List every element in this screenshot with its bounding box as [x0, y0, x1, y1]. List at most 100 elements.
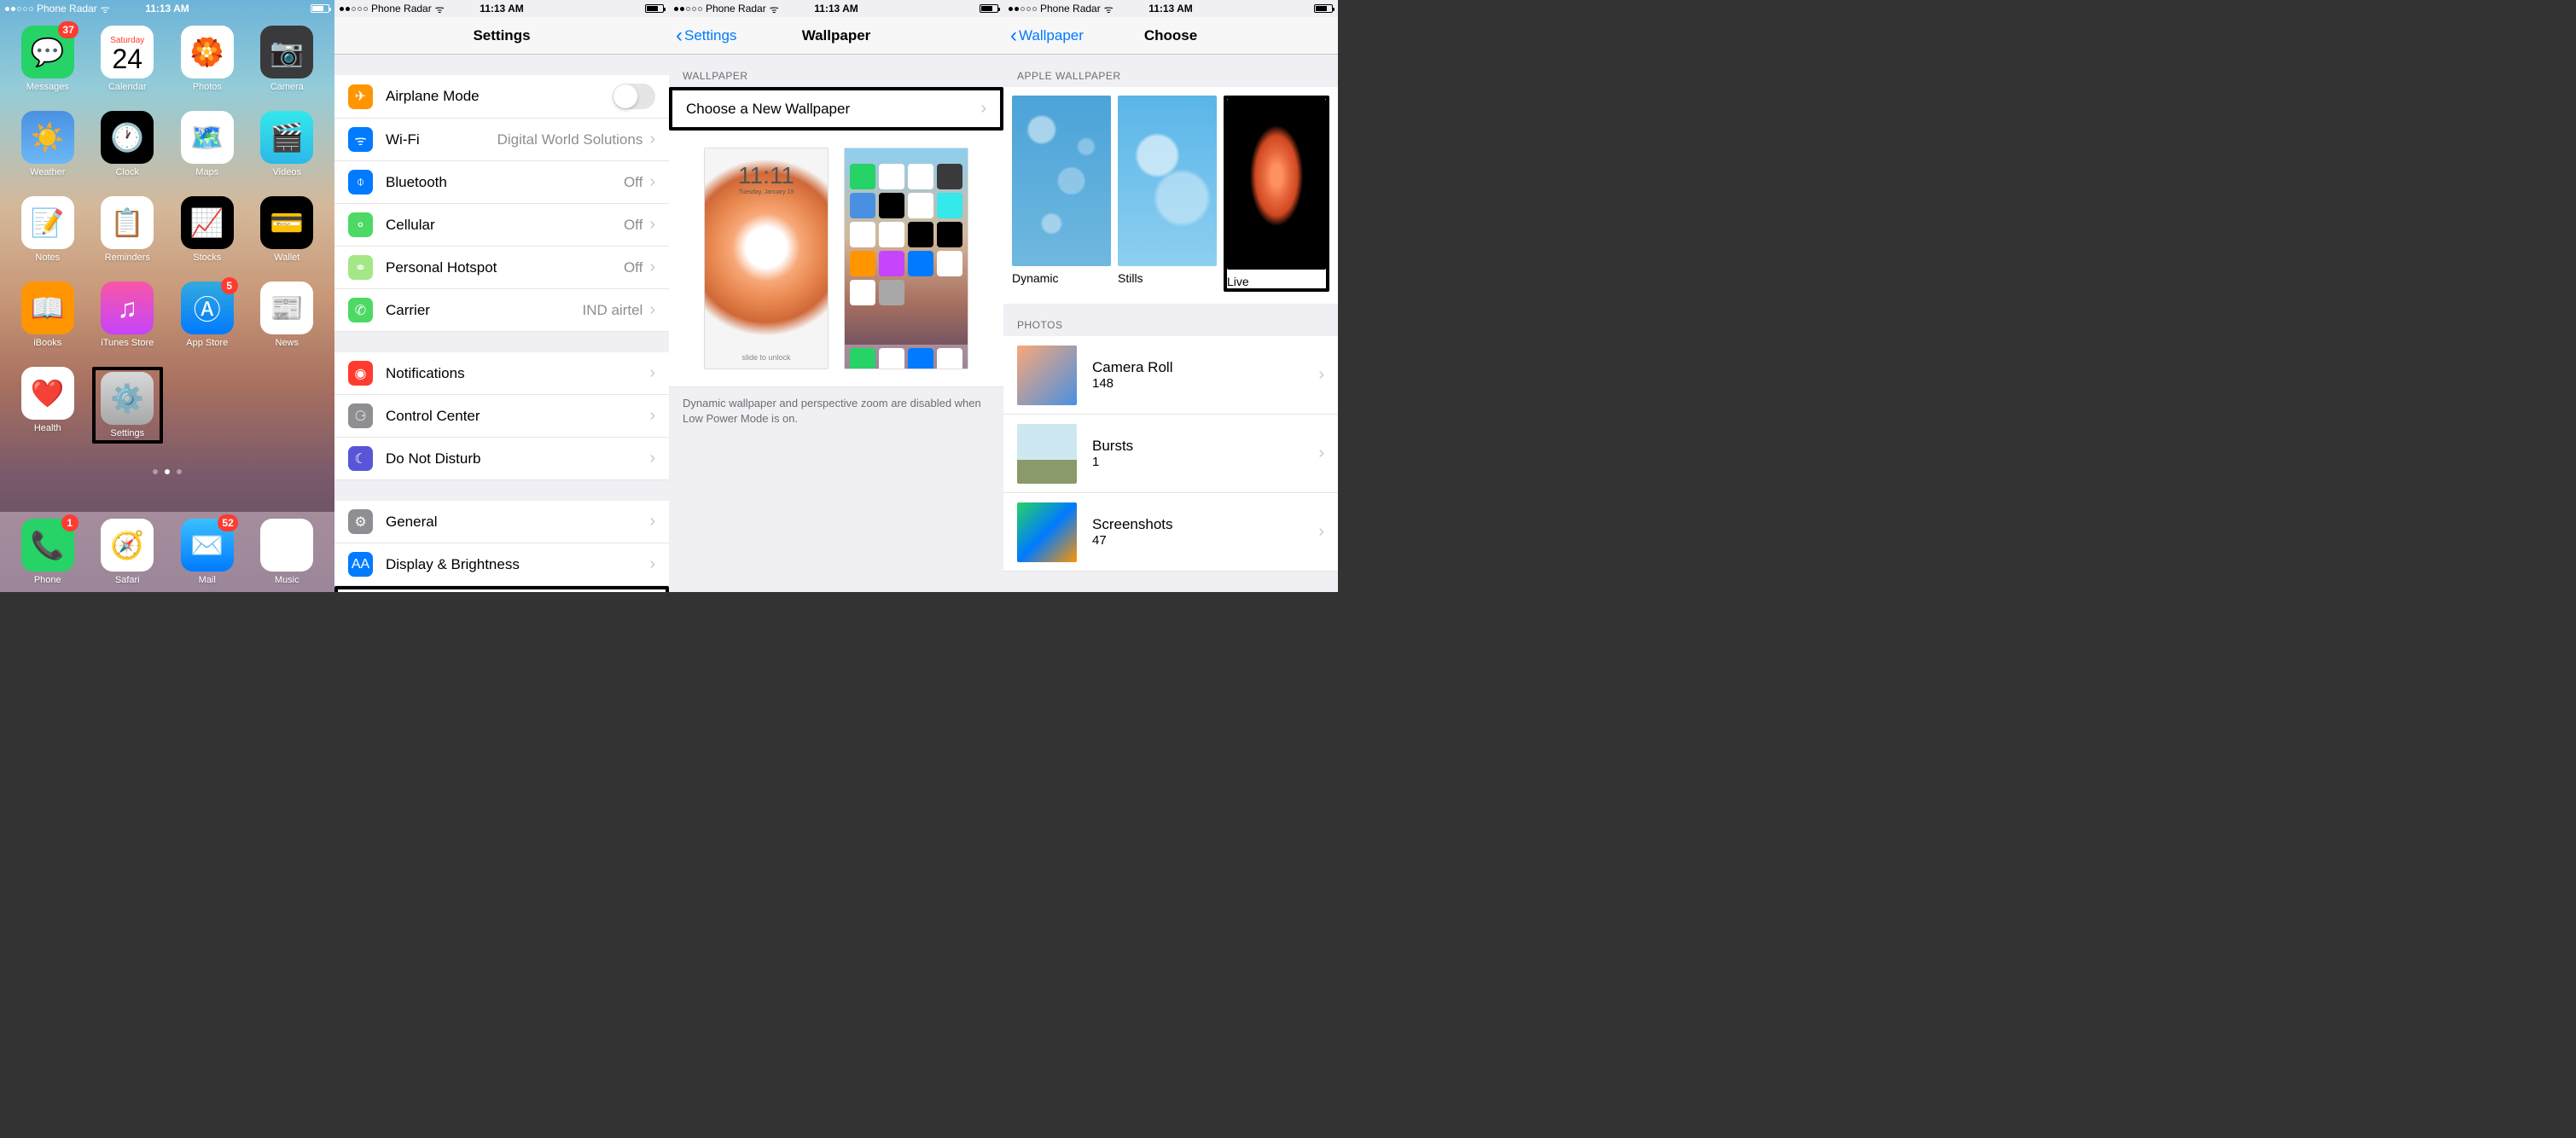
ibooks-icon: 📖 — [21, 282, 74, 334]
app-label: Settings — [110, 428, 144, 438]
app-news[interactable]: 📰News — [252, 282, 323, 348]
album-row-screenshots[interactable]: Screenshots47› — [1003, 493, 1338, 572]
app-label: Mail — [199, 575, 216, 585]
wallpaper-type-live[interactable]: Live — [1224, 96, 1329, 292]
control-center-icon: ⚆ — [348, 404, 373, 428]
app-stocks[interactable]: 📈Stocks — [172, 196, 243, 263]
wallpaper-type-label: Live — [1227, 275, 1326, 288]
app-reminders[interactable]: 📋Reminders — [92, 196, 164, 263]
album-thumbnail — [1017, 502, 1077, 562]
home-screen-panel: Phone Radar ᯤ 11:13 AM 💬37MessagesSaturd… — [0, 0, 334, 592]
app-label: iBooks — [33, 338, 61, 348]
row-detail: Off — [624, 174, 643, 191]
album-row-bursts[interactable]: Bursts1› — [1003, 415, 1338, 493]
videos-icon: 🎬 — [260, 111, 313, 164]
app-health[interactable]: ❤️Health — [12, 367, 84, 444]
chevron-right-icon: › — [649, 406, 655, 426]
toggle-switch[interactable] — [613, 84, 655, 109]
settings-row-bluetooth[interactable]: ⌽BluetoothOff› — [334, 161, 669, 204]
app-maps[interactable]: 🗺️Maps — [172, 111, 243, 177]
chevron-right-icon: › — [649, 130, 655, 149]
settings-row-display-brightness[interactable]: AADisplay & Brightness› — [334, 543, 669, 586]
wallpaper-type-dynamic[interactable]: Dynamic — [1012, 96, 1111, 292]
album-row-camera-roll[interactable]: Camera Roll148› — [1003, 336, 1338, 415]
section-header: APPLE WALLPAPER — [1003, 55, 1338, 87]
section-header: PHOTOS — [1003, 304, 1338, 336]
itunes-store-icon: ♫ — [101, 282, 154, 334]
news-icon: 📰 — [260, 282, 313, 334]
row-label: Cellular — [386, 217, 435, 234]
app-notes[interactable]: 📝Notes — [12, 196, 84, 263]
music-icon: ♫ — [260, 519, 313, 572]
app-calendar[interactable]: Saturday24Calendar — [92, 26, 164, 92]
lock-screen-preview[interactable]: 11:11 Tuesday, January 19 slide to unloc… — [704, 148, 829, 369]
dock: 📞1Phone🧭Safari✉️52Mail ♫ Music — [0, 512, 334, 592]
photos-icon: 🏵️ — [181, 26, 234, 78]
nav-bar: ‹Settings Wallpaper — [669, 17, 1003, 55]
app-clock[interactable]: 🕐Clock — [92, 111, 164, 177]
battery-icon — [1314, 4, 1333, 13]
app-phone[interactable]: 📞1Phone — [12, 519, 84, 592]
home-screen-preview[interactable] — [844, 148, 968, 369]
album-count: 47 — [1092, 533, 1173, 548]
chevron-left-icon: ‹ — [676, 24, 683, 48]
settings-row-carrier[interactable]: ✆CarrierIND airtel› — [334, 289, 669, 332]
app-app-store[interactable]: Ⓐ5App Store — [172, 282, 243, 348]
do-not-disturb-icon: ☾ — [348, 446, 373, 471]
app-messages[interactable]: 💬37Messages — [12, 26, 84, 92]
app-label: iTunes Store — [101, 338, 154, 348]
app-safari[interactable]: 🧭Safari — [92, 519, 164, 592]
app-label: Music — [275, 575, 299, 585]
row-label: Carrier — [386, 302, 430, 319]
settings-row-do-not-disturb[interactable]: ☾Do Not Disturb› — [334, 438, 669, 480]
choose-new-wallpaper-row[interactable]: Choose a New Wallpaper › — [669, 87, 1003, 131]
back-button[interactable]: ‹Settings — [676, 24, 736, 48]
app-music[interactable]: ♫ Music — [252, 519, 323, 592]
page-indicator[interactable] — [0, 469, 334, 474]
chevron-left-icon: ‹ — [1010, 24, 1017, 48]
settings-row-notifications[interactable]: ◉Notifications› — [334, 352, 669, 395]
chevron-right-icon: › — [649, 512, 655, 531]
settings-row-airplane-mode[interactable]: ✈Airplane Mode — [334, 75, 669, 119]
settings-row-general[interactable]: ⚙General› — [334, 501, 669, 543]
chevron-right-icon: › — [649, 258, 655, 277]
notification-badge: 5 — [221, 277, 238, 294]
footer-note: Dynamic wallpaper and perspective zoom a… — [669, 387, 1003, 435]
settings-panel: Phone Radar ᯤ 11:13 AM Settings ✈Airplan… — [334, 0, 669, 592]
carrier-label: Phone Radar — [37, 3, 97, 15]
app-ibooks[interactable]: 📖 iBooks — [12, 282, 84, 348]
nav-bar: ‹Wallpaper Choose — [1003, 17, 1338, 55]
chevron-right-icon: › — [649, 215, 655, 235]
app-videos[interactable]: 🎬Videos — [252, 111, 323, 177]
app-label: Reminders — [105, 253, 150, 263]
notifications-icon: ◉ — [348, 361, 373, 386]
app-itunes-store[interactable]: ♫ iTunes Store — [92, 282, 164, 348]
row-label: Airplane Mode — [386, 88, 480, 105]
app-weather[interactable]: ☀️Weather — [12, 111, 84, 177]
row-detail: Off — [624, 217, 643, 234]
app-label: Health — [34, 423, 61, 433]
back-button[interactable]: ‹Wallpaper — [1010, 24, 1084, 48]
settings-row-personal-hotspot[interactable]: ⚭Personal HotspotOff› — [334, 247, 669, 289]
app-camera[interactable]: 📷Camera — [252, 26, 323, 92]
notes-icon: 📝 — [21, 196, 74, 249]
choose-panel: Phone Radar ᯤ 11:13 AM ‹Wallpaper Choose… — [1003, 0, 1338, 592]
app-label: App Store — [186, 338, 228, 348]
status-bar: Phone Radar ᯤ 11:13 AM — [334, 0, 669, 17]
app-settings[interactable]: ⚙️Settings — [92, 367, 164, 444]
settings-row-control-center[interactable]: ⚆Control Center› — [334, 395, 669, 438]
nav-title: Wallpaper — [802, 27, 871, 44]
app-mail[interactable]: ✉️52Mail — [172, 519, 243, 592]
wallpaper-type-label: Dynamic — [1012, 271, 1111, 285]
row-label: Personal Hotspot — [386, 259, 497, 276]
app-photos[interactable]: 🏵️Photos — [172, 26, 243, 92]
row-label: Display & Brightness — [386, 556, 520, 573]
nav-title: Choose — [1144, 27, 1197, 44]
settings-row-wi-fi[interactable]: ᯤWi-FiDigital World Solutions› — [334, 119, 669, 161]
status-bar: Phone Radar ᯤ 11:13 AM — [0, 0, 334, 17]
wallpaper-type-stills[interactable]: Stills — [1118, 96, 1217, 292]
settings-row-cellular[interactable]: ⚬CellularOff› — [334, 204, 669, 247]
row-label: General — [386, 514, 437, 531]
settings-row-wallpaper[interactable]: ❀Wallpaper› — [334, 586, 669, 592]
app-wallet[interactable]: 💳Wallet — [252, 196, 323, 263]
